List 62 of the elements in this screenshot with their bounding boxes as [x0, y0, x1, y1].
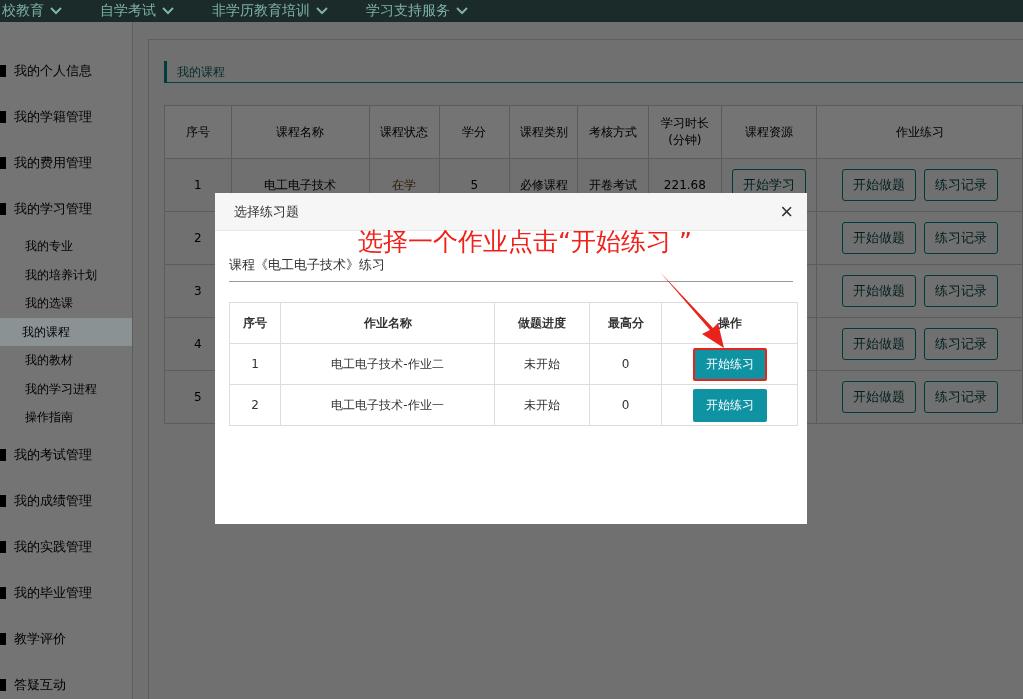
annotation-text: 选择一个作业点击“开始练习 ” [358, 226, 692, 258]
chevron-down-icon [316, 7, 328, 15]
table-cell: 2 [229, 384, 281, 426]
nav-menu-item[interactable]: 非学历教育培训 [212, 0, 328, 22]
table-cell: 未开始 [494, 384, 590, 426]
action-button[interactable]: 练习记录 [923, 381, 998, 413]
column-header: 学分 [439, 105, 510, 159]
nav-menu-item[interactable]: 校教育 [2, 0, 62, 22]
sidebar-subitem[interactable]: 我的学习进程 [0, 374, 132, 403]
sidebar-item[interactable]: 我的成绩管理 [14, 491, 92, 510]
column-header: 最高分 [589, 302, 662, 344]
sidebar-item[interactable]: 我的毕业管理 [14, 583, 92, 602]
column-header: 课程状态 [369, 105, 440, 159]
column-header: 序号 [229, 302, 281, 344]
sidebar-subitem[interactable]: 我的教材 [0, 346, 132, 375]
column-header: 学习时长 (分钟) [648, 105, 722, 159]
nav-menu-item[interactable]: 自学考试 [100, 0, 174, 22]
dialog-subtitle: 课程《电工电子技术》练习 [229, 256, 793, 282]
table-cell: 1 [229, 343, 281, 385]
chevron-down-icon [50, 7, 62, 15]
sidebar-item[interactable]: 我的费用管理 [14, 154, 92, 172]
section-title: 我的课程 [164, 61, 1023, 83]
column-header: 课程资源 [721, 105, 817, 159]
sidebar-item[interactable]: 我的学习管理 [14, 200, 92, 218]
sidebar-subitem[interactable]: 我的课程 [0, 317, 132, 346]
chevron-down-icon [456, 7, 468, 15]
sidebar-item[interactable]: 答疑互动 [14, 675, 66, 694]
column-header: 课程类别 [509, 105, 578, 159]
column-header: 课程名称 [231, 105, 370, 159]
action-button[interactable]: 开始做题 [841, 222, 916, 254]
column-header: 作业练习 [816, 105, 1023, 159]
action-button[interactable]: 练习记录 [923, 328, 998, 360]
sidebar-subitem[interactable]: 我的选课 [0, 289, 132, 318]
sidebar-item[interactable]: 我的个人信息 [14, 62, 92, 80]
action-button[interactable]: 练习记录 [923, 169, 998, 201]
table-cell: 0 [589, 343, 662, 385]
action-button[interactable]: 开始做题 [841, 275, 916, 307]
nav-menu-item[interactable]: 学习支持服务 [366, 0, 468, 22]
start-practice-button[interactable]: 开始练习 [692, 347, 767, 381]
column-header: 作业名称 [280, 302, 495, 344]
table-cell: 0 [589, 384, 662, 426]
chevron-down-icon [162, 7, 174, 15]
table-cell: 电工电子技术-作业二 [280, 343, 495, 385]
action-button[interactable]: 开始做题 [841, 328, 916, 360]
column-header: 考核方式 [577, 105, 649, 159]
sidebar-subitem[interactable]: 我的专业 [0, 232, 132, 261]
action-button[interactable]: 开始做题 [841, 169, 916, 201]
sidebar-item[interactable]: 我的学籍管理 [14, 108, 92, 126]
start-practice-button[interactable]: 开始练习 [692, 388, 767, 422]
action-button[interactable]: 开始做题 [841, 381, 916, 413]
sidebar-subitem[interactable]: 我的培养计划 [0, 260, 132, 289]
table-cell: 未开始 [494, 343, 590, 385]
action-button[interactable]: 练习记录 [923, 222, 998, 254]
close-button[interactable]: × [780, 200, 793, 223]
column-header: 做题进度 [494, 302, 590, 344]
column-header: 序号 [164, 105, 232, 159]
sidebar-item[interactable]: 我的考试管理 [14, 445, 92, 464]
sidebar-subitem[interactable]: 操作指南 [0, 403, 132, 432]
sidebar-item[interactable]: 教学评价 [14, 629, 66, 648]
table-cell: 电工电子技术-作业一 [280, 384, 495, 426]
action-button[interactable]: 练习记录 [923, 275, 998, 307]
sidebar-item[interactable]: 我的实践管理 [14, 537, 92, 556]
